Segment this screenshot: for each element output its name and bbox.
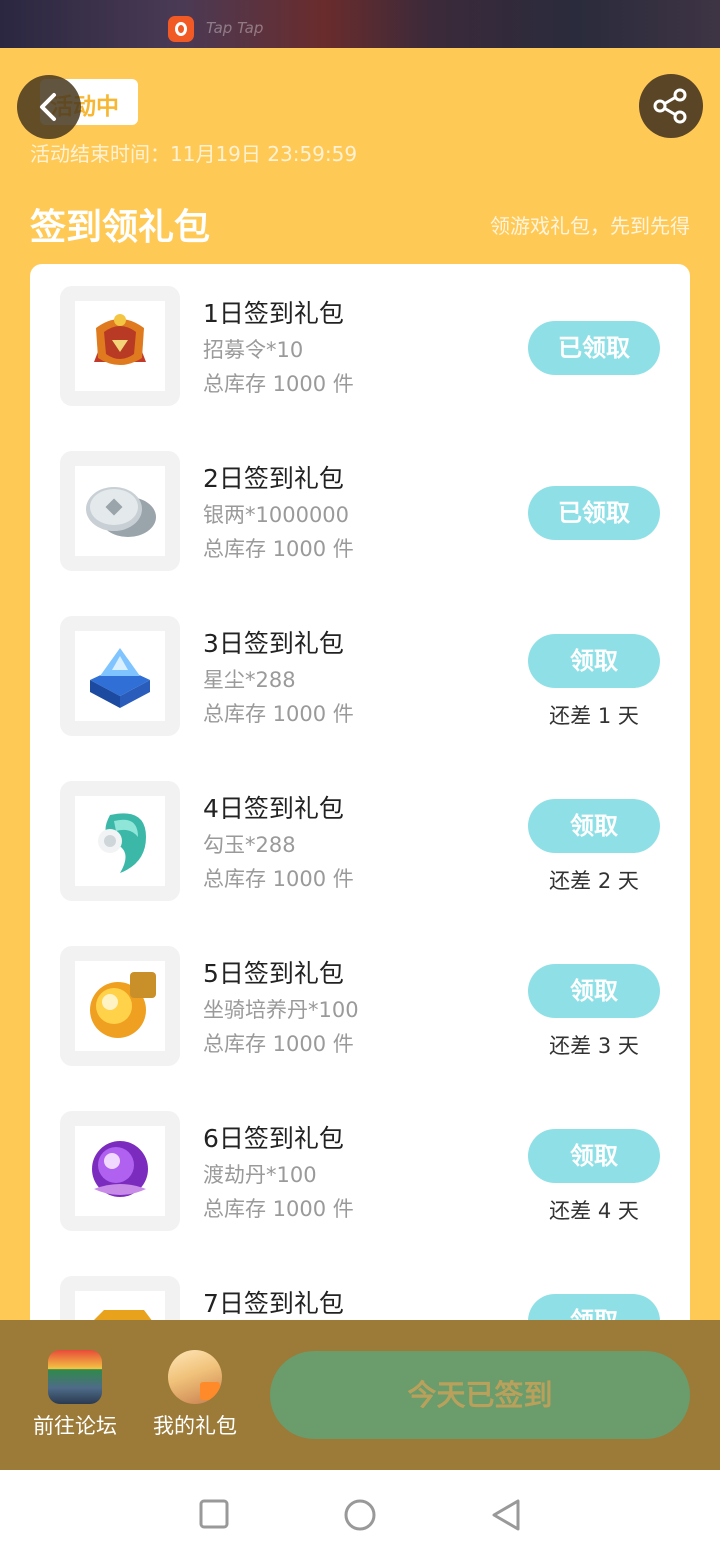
my-gifts-label: 我的礼包 <box>153 1414 237 1438</box>
days-left-label: 还差 1 天 <box>549 704 639 728</box>
days-left-label: 还差 3 天 <box>549 1034 639 1058</box>
gift-icon-box <box>60 946 180 1066</box>
chevron-left-icon <box>40 93 56 121</box>
gift-title: 5日签到礼包 <box>203 959 344 988</box>
status-bar: Tap Tap <box>0 0 720 48</box>
gift-item: 招募令*10 <box>203 338 304 362</box>
claim-button[interactable]: 领取 <box>528 1129 660 1183</box>
recruit-token-icon <box>94 314 146 365</box>
silver-coin-icon <box>86 487 156 537</box>
my-gifts-icon <box>168 1350 222 1404</box>
gift-row: 2日签到礼包 银两*1000000 总库存 1000 件 已领取 <box>30 429 690 589</box>
signed-in-today-button[interactable]: 今天已签到 <box>270 1351 690 1439</box>
gift-icon-box <box>60 616 180 736</box>
gift-item: 坐骑培养丹*100 <box>203 998 359 1022</box>
claimed-button[interactable]: 已领取 <box>528 321 660 375</box>
gift-title: 1日签到礼包 <box>203 299 344 328</box>
gift-title: 3日签到礼包 <box>203 629 344 658</box>
my-gifts-shortcut[interactable]: 我的礼包 <box>140 1350 250 1440</box>
mount-pill-icon <box>90 972 156 1038</box>
gift-row: 3日签到礼包 星尘*288 总库存 1000 件 领取 还差 1 天 <box>30 594 690 754</box>
gift-stock: 总库存 1000 件 <box>203 537 354 561</box>
gift-title: 2日签到礼包 <box>203 464 344 493</box>
claimed-button[interactable]: 已领取 <box>528 486 660 540</box>
bottom-action-bar: 前往论坛 我的礼包 今天已签到 <box>0 1320 720 1470</box>
back-button[interactable] <box>17 75 81 139</box>
gift-row: 5日签到礼包 坐骑培养丹*100 总库存 1000 件 领取 还差 3 天 <box>30 924 690 1084</box>
gift-stock: 总库存 1000 件 <box>203 702 354 726</box>
days-left-label: 还差 4 天 <box>549 1199 639 1223</box>
status-app-label: Tap Tap <box>206 19 264 37</box>
gift-item: 银两*1000000 <box>203 503 350 527</box>
gift-title: 6日签到礼包 <box>203 1124 344 1153</box>
taptap-app-icon <box>168 16 194 42</box>
forum-shortcut[interactable]: 前往论坛 <box>20 1350 130 1440</box>
stardust-chest-icon <box>90 648 150 708</box>
gift-icon-box <box>60 286 180 406</box>
claim-button[interactable]: 领取 <box>528 964 660 1018</box>
days-left-label: 还差 2 天 <box>549 869 639 893</box>
claim-button[interactable]: 领取 <box>528 634 660 688</box>
claim-button[interactable]: 领取 <box>528 799 660 853</box>
tribulation-pill-icon <box>92 1141 148 1197</box>
jade-magatama-icon <box>98 813 146 873</box>
gift-stock: 总库存 1000 件 <box>203 867 354 891</box>
forum-game-icon <box>48 1350 102 1404</box>
gift-list-card: 1日签到礼包 招募令*10 总库存 1000 件 已领取 2日签到礼包 银两*1… <box>30 264 690 1364</box>
gift-row: 1日签到礼包 招募令*10 总库存 1000 件 已领取 <box>30 264 690 424</box>
back-nav-icon[interactable] <box>490 1498 522 1532</box>
gift-icon-box <box>60 451 180 571</box>
share-icon <box>653 88 687 124</box>
section-title: 签到领礼包 <box>30 207 211 248</box>
gift-item: 星尘*288 <box>203 668 296 692</box>
gift-icon-box <box>60 1111 180 1231</box>
recent-apps-icon[interactable] <box>198 1498 230 1530</box>
gift-item: 渡劫丹*100 <box>203 1163 317 1187</box>
gift-stock: 总库存 1000 件 <box>203 1197 354 1221</box>
gift-title: 7日签到礼包 <box>203 1289 344 1318</box>
gift-row: 4日签到礼包 勾玉*288 总库存 1000 件 领取 还差 2 天 <box>30 759 690 919</box>
gift-title: 4日签到礼包 <box>203 794 344 823</box>
section-subtitle: 领游戏礼包，先到先得 <box>490 214 690 238</box>
activity-end-time: 活动结束时间：11月19日 23:59:59 <box>30 142 358 166</box>
gift-row: 6日签到礼包 渡劫丹*100 总库存 1000 件 领取 还差 4 天 <box>30 1089 690 1249</box>
gift-item: 勾玉*288 <box>203 833 296 857</box>
forum-label: 前往论坛 <box>33 1414 117 1438</box>
home-icon[interactable] <box>343 1498 377 1532</box>
gift-icon-box <box>60 781 180 901</box>
gift-stock: 总库存 1000 件 <box>203 372 354 396</box>
system-navigation-bar <box>0 1470 720 1560</box>
gift-stock: 总库存 1000 件 <box>203 1032 354 1056</box>
share-button[interactable] <box>639 74 703 138</box>
